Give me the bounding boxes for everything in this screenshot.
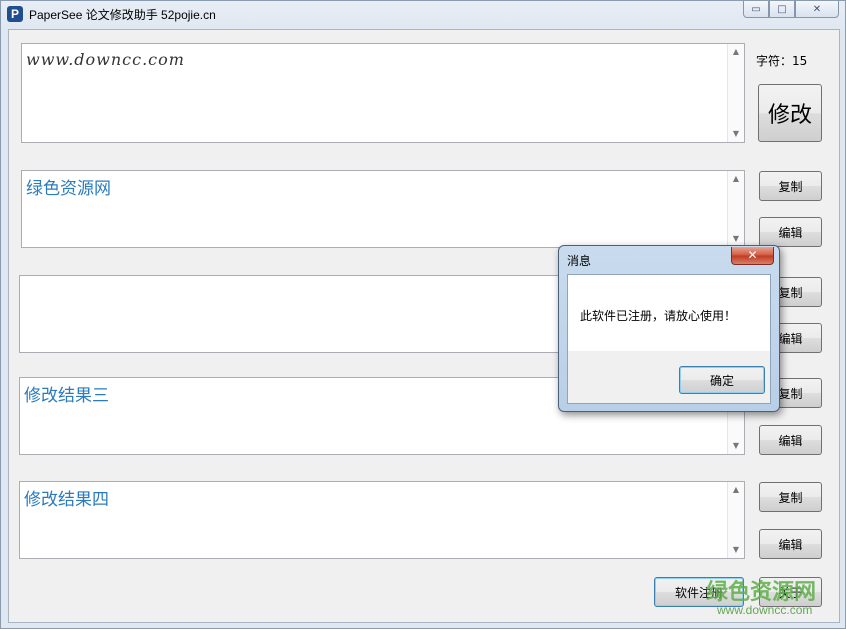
- scroll-down-icon[interactable]: ▼: [728, 542, 744, 558]
- close-icon: ✕: [812, 3, 822, 15]
- scroll-up-icon[interactable]: ▲: [728, 482, 744, 498]
- watermark-logo: 绿色资源网: [706, 580, 817, 605]
- edit-button-4[interactable]: 编辑: [759, 529, 822, 559]
- scroll-down-icon[interactable]: ▼: [728, 438, 744, 454]
- app-logo-icon: P: [7, 6, 23, 22]
- modify-button[interactable]: 修改: [758, 84, 822, 142]
- source-text-scrollbar[interactable]: ▲ ▼: [727, 44, 744, 142]
- minimize-icon: ▭: [751, 3, 761, 15]
- result-text-1: 绿色资源网: [26, 179, 111, 199]
- dialog-title: 消息: [567, 254, 592, 268]
- dialog-body: 此软件已注册，请放心使用！ 确定: [567, 274, 771, 404]
- dialog-message-area: 此软件已注册，请放心使用！: [568, 275, 770, 351]
- watermark-url: www.downcc.com: [717, 603, 813, 617]
- copy-button-4[interactable]: 复制: [759, 482, 822, 512]
- edit-button-3[interactable]: 编辑: [759, 425, 822, 455]
- result-box-1[interactable]: 绿色资源网 ▲ ▼: [21, 170, 745, 248]
- copy-button-1[interactable]: 复制: [759, 171, 822, 201]
- source-text-value: www.downcc.com: [26, 50, 185, 69]
- minimize-button[interactable]: ▭: [743, 1, 769, 18]
- dialog-close-button[interactable]: ✕: [731, 247, 774, 265]
- maximize-button[interactable]: □: [769, 1, 795, 18]
- result-text-3: 修改结果三: [24, 386, 109, 406]
- close-icon: ✕: [747, 248, 758, 262]
- scroll-up-icon[interactable]: ▲: [728, 44, 744, 60]
- edit-button-1[interactable]: 编辑: [759, 217, 822, 247]
- dialog-ok-button[interactable]: 确定: [679, 366, 765, 394]
- scroll-up-icon[interactable]: ▲: [728, 171, 744, 187]
- result-1-scrollbar[interactable]: ▲ ▼: [727, 171, 744, 247]
- scroll-down-icon[interactable]: ▼: [728, 126, 744, 142]
- result-text-4: 修改结果四: [24, 490, 109, 510]
- maximize-icon: □: [777, 3, 787, 15]
- title-bar[interactable]: P PaperSee 论文修改助手 52pojie.cn ▭ □ ✕: [1, 1, 845, 27]
- close-button[interactable]: ✕: [795, 1, 839, 18]
- result-4-scrollbar[interactable]: ▲ ▼: [727, 482, 744, 558]
- dialog-message: 此软件已注册，请放心使用！: [580, 309, 737, 323]
- char-count-label: 字符：15: [756, 54, 808, 68]
- window-controls: ▭ □ ✕: [743, 1, 839, 19]
- window-title: PaperSee 论文修改助手 52pojie.cn: [29, 8, 216, 22]
- source-text-input[interactable]: www.downcc.com ▲ ▼: [21, 43, 745, 143]
- result-box-4[interactable]: 修改结果四 ▲ ▼: [19, 481, 745, 559]
- message-dialog: 消息 ✕ 此软件已注册，请放心使用！ 确定: [558, 245, 780, 412]
